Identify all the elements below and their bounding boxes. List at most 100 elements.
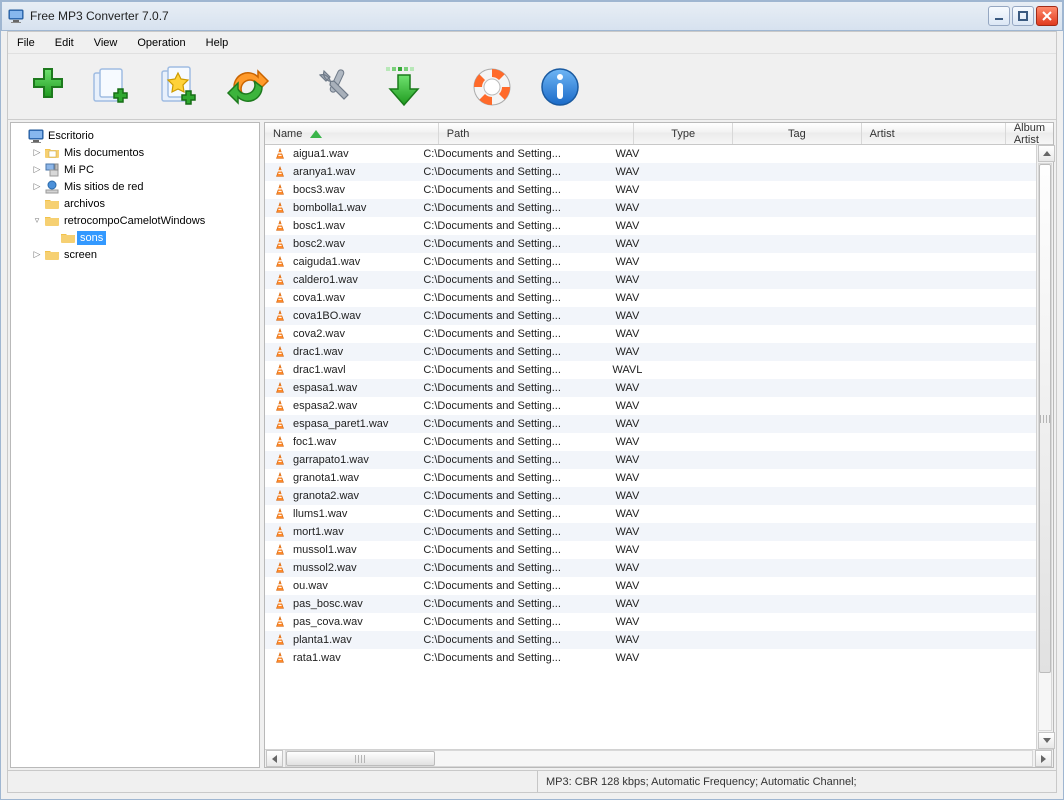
table-row[interactable]: bombolla1.wavC:\Documents and Setting...… [265,199,1036,217]
cell-type: WAV [584,400,671,412]
maximize-button[interactable] [1012,6,1034,26]
table-row[interactable]: foc1.wavC:\Documents and Setting...WAV [265,433,1036,451]
table-row[interactable]: granota2.wavC:\Documents and Setting...W… [265,487,1036,505]
help-button[interactable] [462,57,522,117]
table-row[interactable]: cova1BO.wavC:\Documents and Setting...WA… [265,307,1036,325]
scroll-thumb-horizontal[interactable] [286,751,435,766]
favorites-button[interactable] [150,57,210,117]
scroll-track-horizontal[interactable] [285,750,1033,767]
vlc-cone-icon [273,597,287,611]
table-row[interactable]: caiguda1.wavC:\Documents and Setting...W… [265,253,1036,271]
menu-file[interactable]: File [14,35,38,51]
file-list[interactable]: Name PathTypeTag Artist Album Artist aigua1… [264,122,1054,768]
table-row[interactable]: espasa2.wavC:\Documents and Setting...WA… [265,397,1036,415]
menu-operation[interactable]: Operation [134,35,188,51]
table-row[interactable]: espasa1.wavC:\Documents and Setting...WA… [265,379,1036,397]
tree-item[interactable]: ▷Mis documentos [29,144,257,161]
column-label: Name [273,128,302,140]
scroll-left-button[interactable] [266,750,283,767]
table-row[interactable]: pas_cova.wavC:\Documents and Setting...W… [265,613,1036,631]
collapse-icon[interactable]: ▷ [31,147,43,158]
column-name[interactable]: Name [265,123,439,144]
table-row[interactable]: espasa_paret1.wavC:\Documents and Settin… [265,415,1036,433]
table-row[interactable]: drac1.wavlC:\Documents and Setting...WAV… [265,361,1036,379]
table-row[interactable]: drac1.wavC:\Documents and Setting...WAV [265,343,1036,361]
convert-button[interactable] [218,57,278,117]
column-tag[interactable]: Tag [733,123,861,144]
menubar: File Edit View Operation Help [8,32,1056,54]
table-row[interactable]: ou.wavC:\Documents and Setting...WAV [265,577,1036,595]
tree-item-label: Mis sitios de red [61,180,146,194]
table-row[interactable]: mussol2.wavC:\Documents and Setting...WA… [265,559,1036,577]
cell-type: WAV [584,544,671,556]
vertical-scrollbar[interactable] [1036,145,1053,749]
tree-item[interactable]: ▷screen [29,246,257,263]
column-artist[interactable]: Artist [862,123,1006,144]
menu-help[interactable]: Help [203,35,232,51]
table-row[interactable]: planta1.wavC:\Documents and Setting...WA… [265,631,1036,649]
vlc-cone-icon [273,543,287,557]
tree-item[interactable]: ▷ Mis sitios de red [29,178,257,195]
table-row[interactable]: cova2.wavC:\Documents and Setting...WAV [265,325,1036,343]
settings-button[interactable] [306,57,366,117]
vlc-cone-icon [273,453,287,467]
column-path[interactable]: Path [439,123,635,144]
scroll-right-button[interactable] [1035,750,1052,767]
table-row[interactable]: pas_bosc.wavC:\Documents and Setting...W… [265,595,1036,613]
tree-item[interactable]: ▷archivos [29,195,257,212]
table-row[interactable]: mussol1.wavC:\Documents and Setting...WA… [265,541,1036,559]
column-album-artist[interactable]: Album Artist [1006,123,1053,144]
table-row[interactable]: granota1.wavC:\Documents and Setting...W… [265,469,1036,487]
app-window: Free MP3 Converter 7.0.7 File Edit View Ope… [0,0,1064,800]
folder-tree[interactable]: ▷Escritorio▷Mis documentos▷Mi PC▷Mis sit… [10,122,260,768]
tree-item[interactable]: ▿retrocompoCamelotWindows [29,212,257,229]
scroll-up-button[interactable] [1038,145,1055,162]
close-button[interactable] [1036,6,1058,26]
table-row[interactable]: bosc1.wavC:\Documents and Setting...WAV [265,217,1036,235]
table-row[interactable]: bocs3.wavC:\Documents and Setting...WAV [265,181,1036,199]
titlebar[interactable]: Free MP3 Converter 7.0.7 [1,1,1063,31]
download-button[interactable] [374,57,434,117]
cell-path: C:\Documents and Setting... [415,364,584,376]
table-row[interactable]: bosc2.wavC:\Documents and Setting...WAV [265,235,1036,253]
about-button[interactable] [530,57,590,117]
vlc-cone-icon [273,165,287,179]
table-row[interactable]: caldero1.wavC:\Documents and Setting...W… [265,271,1036,289]
column-type[interactable]: Type [634,123,733,144]
list-body[interactable]: aigua1.wavC:\Documents and Setting...WAV… [265,145,1036,749]
cell-type: WAV [584,328,671,340]
add-folder-button[interactable] [82,57,142,117]
table-row[interactable]: aigua1.wavC:\Documents and Setting...WAV [265,145,1036,163]
table-row[interactable]: aranya1.wavC:\Documents and Setting...WA… [265,163,1036,181]
cell-name: cova1.wav [265,291,415,305]
tree-item[interactable]: ▷Escritorio [13,127,257,144]
cell-type: WAV [584,148,671,160]
add-files-button[interactable] [14,57,74,117]
collapse-icon[interactable]: ▷ [31,164,43,175]
cell-type: WAV [584,634,671,646]
scroll-thumb-vertical[interactable] [1039,164,1051,673]
toolbar [8,54,1056,120]
column-label: Artist [870,128,895,140]
cell-name: rata1.wav [265,651,415,665]
table-row[interactable]: llums1.wavC:\Documents and Setting...WAV [265,505,1036,523]
minimize-button[interactable] [988,6,1010,26]
collapse-icon[interactable]: ▷ [31,181,43,192]
cell-name: pas_bosc.wav [265,597,415,611]
table-row[interactable]: cova1.wavC:\Documents and Setting...WAV [265,289,1036,307]
table-row[interactable]: garrapato1.wavC:\Documents and Setting..… [265,451,1036,469]
cell-type: WAV [584,436,671,448]
cell-name: bocs3.wav [265,183,415,197]
tree-item[interactable]: ▷sons [45,229,257,246]
cell-name: bosc1.wav [265,219,415,233]
menu-edit[interactable]: Edit [52,35,77,51]
expand-icon[interactable]: ▿ [31,215,43,226]
menu-view[interactable]: View [91,35,121,51]
scroll-track-vertical[interactable] [1038,163,1052,731]
scroll-down-button[interactable] [1038,732,1055,749]
horizontal-scrollbar[interactable] [265,749,1053,767]
table-row[interactable]: mort1.wavC:\Documents and Setting...WAV [265,523,1036,541]
collapse-icon[interactable]: ▷ [31,249,43,260]
tree-item[interactable]: ▷Mi PC [29,161,257,178]
table-row[interactable]: rata1.wavC:\Documents and Setting...WAV [265,649,1036,667]
